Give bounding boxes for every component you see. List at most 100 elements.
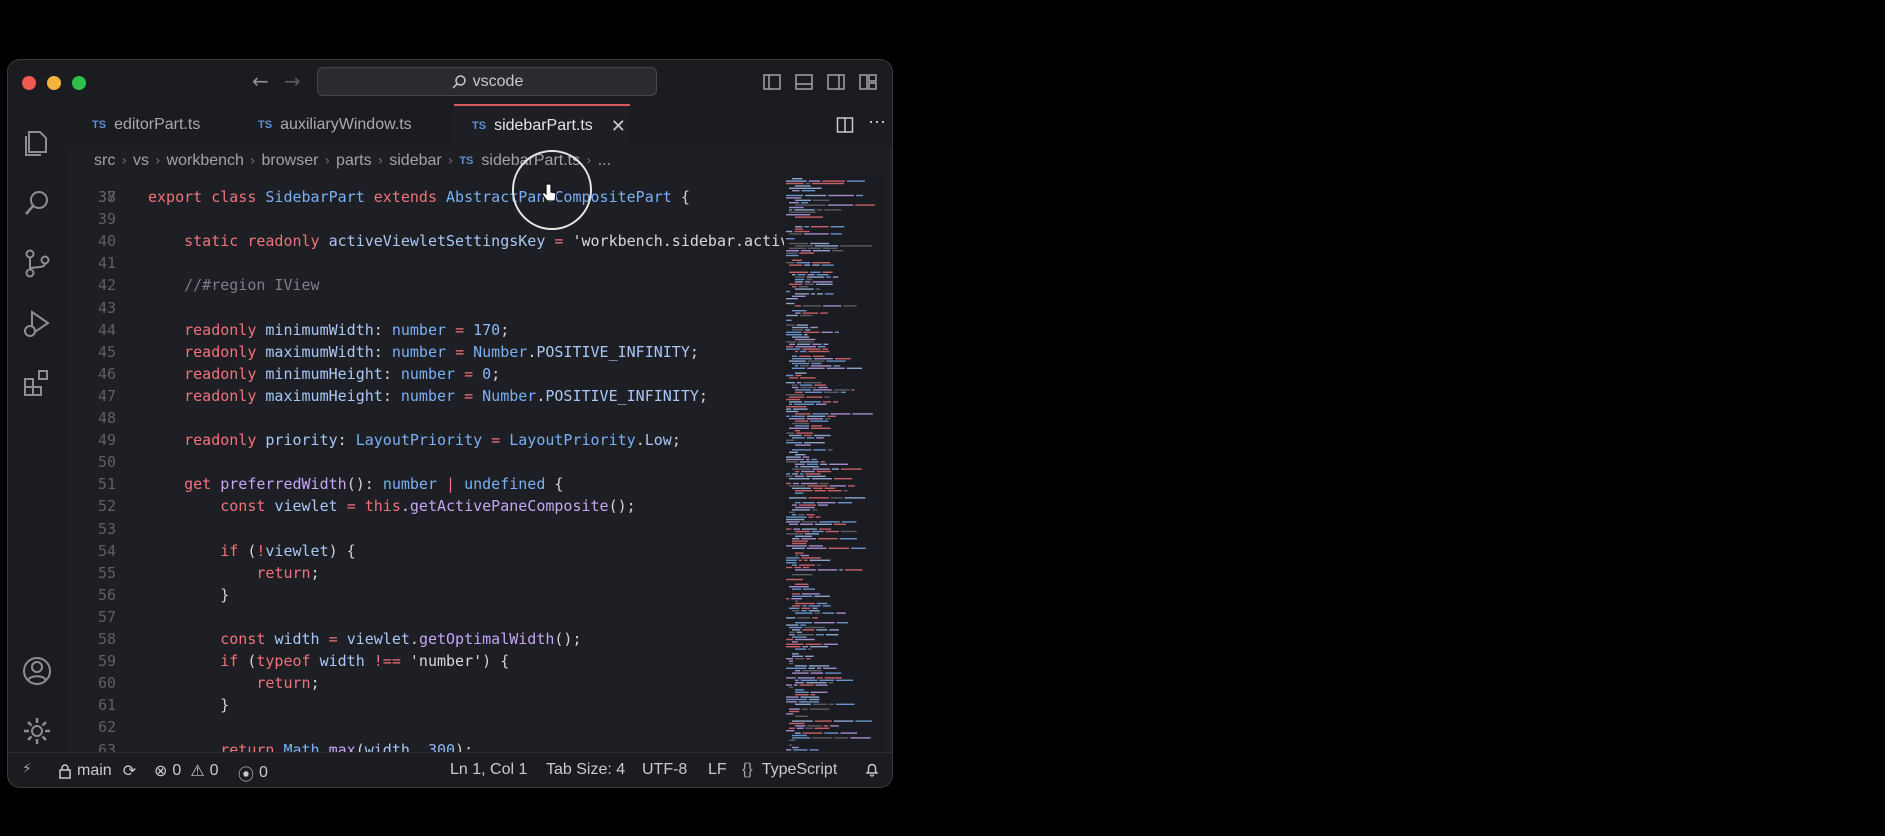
minimap-code-stroke xyxy=(801,610,807,612)
code-token: = xyxy=(464,364,483,383)
notifications[interactable] xyxy=(864,761,880,777)
minimap-code-stroke xyxy=(834,358,851,360)
tab-sidebarpart[interactable]: TS sidebarPart.ts ✕ xyxy=(454,104,630,146)
close-icon[interactable]: ✕ xyxy=(611,116,626,137)
branch-indicator[interactable]: main ⟳ xyxy=(58,761,136,780)
code-token: viewlet xyxy=(346,630,410,648)
breadcrumb-more[interactable]: ... xyxy=(598,152,611,170)
minimap-code-stroke xyxy=(786,461,798,463)
encoding[interactable]: UTF-8 xyxy=(642,761,687,779)
code-line[interactable]: 48 xyxy=(66,407,784,429)
code-line[interactable]: 38 export class SidebarPart extends Abstr… xyxy=(66,186,784,208)
end-of-line[interactable]: LF xyxy=(708,761,727,779)
maximize-window-button[interactable] xyxy=(72,76,86,90)
tab-label: editorPart.ts xyxy=(114,116,201,133)
code-line[interactable]: 44 readonly minimumWidth: number = 170; xyxy=(66,319,784,341)
sync-icon[interactable]: ⟳ xyxy=(123,761,136,780)
minimap-code-stroke xyxy=(795,665,807,667)
minimap[interactable] xyxy=(784,176,884,752)
extensions-icon[interactable] xyxy=(20,366,54,400)
toggle-primary-sidebar-icon[interactable] xyxy=(762,72,782,92)
minimize-window-button[interactable] xyxy=(47,76,61,90)
forward-arrow-icon[interactable]: → xyxy=(284,69,301,93)
minimap-code-stroke xyxy=(793,528,801,530)
chevron-right-icon: › xyxy=(324,153,331,169)
manage-gear-icon[interactable] xyxy=(20,714,54,748)
code-line[interactable]: 41 xyxy=(66,252,784,274)
code-line[interactable]: 46 readonly minimumHeight: number = 0; xyxy=(66,363,784,385)
code-line[interactable]: 58 const width = viewlet.getOptimalWidth… xyxy=(66,628,784,650)
code-token: LayoutPriority xyxy=(509,431,636,450)
minimap-code-stroke xyxy=(804,226,809,228)
breadcrumb-item[interactable]: workbench xyxy=(167,152,244,170)
minimap-code-stroke xyxy=(830,226,845,228)
accounts-icon[interactable] xyxy=(20,654,54,688)
minimap-code-stroke xyxy=(795,430,801,432)
minimap-code-stroke xyxy=(786,658,794,660)
tab-editorpart[interactable]: TS editorPart.ts xyxy=(92,104,252,146)
code-editor[interactable]: 37 38 export class SidebarPart extends Ab… xyxy=(66,176,784,752)
minimap-code-stroke xyxy=(808,648,812,650)
tab-auxiliarywindow[interactable]: TS auxiliaryWindow.ts xyxy=(258,104,468,146)
language-mode[interactable]: {} TypeScript xyxy=(742,761,837,779)
minimap-code-stroke xyxy=(786,545,807,547)
code-line[interactable]: 50 xyxy=(66,451,784,473)
code-line[interactable]: 62 xyxy=(66,716,784,738)
close-window-button[interactable] xyxy=(22,76,36,90)
minimap-code-stroke xyxy=(839,569,843,571)
breadcrumb-item[interactable]: browser xyxy=(262,152,319,170)
explorer-icon[interactable] xyxy=(20,126,54,160)
code-line[interactable]: 61 } xyxy=(66,694,784,716)
customize-layout-icon[interactable] xyxy=(858,72,878,92)
split-editor-icon[interactable] xyxy=(836,116,854,134)
code-line[interactable]: 57 xyxy=(66,606,784,628)
breadcrumb-item[interactable]: vs xyxy=(133,152,149,170)
breadcrumb-item[interactable]: parts xyxy=(336,152,372,170)
minimap-code-stroke xyxy=(795,293,810,295)
toggle-secondary-sidebar-icon[interactable] xyxy=(826,72,846,92)
minimap-code-stroke xyxy=(792,355,798,357)
code-line[interactable]: 59 if (typeof width !== 'number') { xyxy=(66,650,784,672)
code-line[interactable]: 40 static readonly activeViewletSettings… xyxy=(66,230,784,252)
code-line[interactable]: 56 } xyxy=(66,584,784,606)
code-line[interactable]: 51 get preferredWidth(): number | undefi… xyxy=(66,473,784,495)
source-control-icon[interactable] xyxy=(20,246,54,280)
code-line[interactable]: 63 return Math.max(width, 300); xyxy=(66,739,784,753)
line-number: 42 xyxy=(97,276,116,295)
code-line[interactable]: 47 readonly maximumHeight: number = Numb… xyxy=(66,385,784,407)
search-icon[interactable] xyxy=(20,186,54,220)
problems-indicator[interactable]: ⊗ 0 ⚠ 0 xyxy=(154,761,219,780)
code-line[interactable]: 42 //#region IView xyxy=(66,274,784,296)
minimap-code-stroke xyxy=(795,389,811,391)
code-line[interactable]: 45 readonly maximumWidth: number = Numbe… xyxy=(66,341,784,363)
toggle-panel-icon[interactable] xyxy=(794,72,814,92)
tab-size[interactable]: Tab Size: 4 xyxy=(546,761,625,779)
code-text: } xyxy=(148,694,229,716)
code-line[interactable]: 53 xyxy=(66,518,784,540)
cursor-position[interactable]: Ln 1, Col 1 xyxy=(450,761,527,779)
code-line[interactable]: 43 xyxy=(66,297,784,319)
breadcrumb-item[interactable]: sidebar xyxy=(389,152,441,170)
code-line[interactable]: 54 if (!viewlet) { xyxy=(66,540,784,562)
code-token: return xyxy=(256,674,311,693)
minimap-code-stroke xyxy=(786,374,794,377)
breadcrumb-item[interactable]: src xyxy=(94,152,115,170)
minimap-code-stroke xyxy=(814,358,833,360)
minimap-code-stroke xyxy=(802,528,817,530)
more-actions-icon[interactable]: ⋯ xyxy=(868,112,887,133)
run-and-debug-icon[interactable] xyxy=(20,306,54,340)
remote-indicator[interactable]: ⚡ xyxy=(22,761,32,777)
minimap-code-stroke xyxy=(809,559,831,561)
back-arrow-icon[interactable]: ← xyxy=(252,69,269,93)
minimap-code-stroke xyxy=(832,250,844,252)
code-line[interactable]: 55 return; xyxy=(66,562,784,584)
code-line[interactable]: 39 xyxy=(66,208,784,230)
minimap-code-stroke xyxy=(792,737,811,739)
ports-indicator[interactable]: ⦿ 0 xyxy=(238,761,268,785)
code-line[interactable]: 49 readonly priority: LayoutPriority = L… xyxy=(66,429,784,451)
command-center-search[interactable]: vscode xyxy=(317,67,657,96)
code-line[interactable]: 60 return; xyxy=(66,672,784,694)
code-line[interactable]: 52 const viewlet = this.getActivePaneCom… xyxy=(66,495,784,517)
minimap-code-stroke xyxy=(840,468,862,470)
